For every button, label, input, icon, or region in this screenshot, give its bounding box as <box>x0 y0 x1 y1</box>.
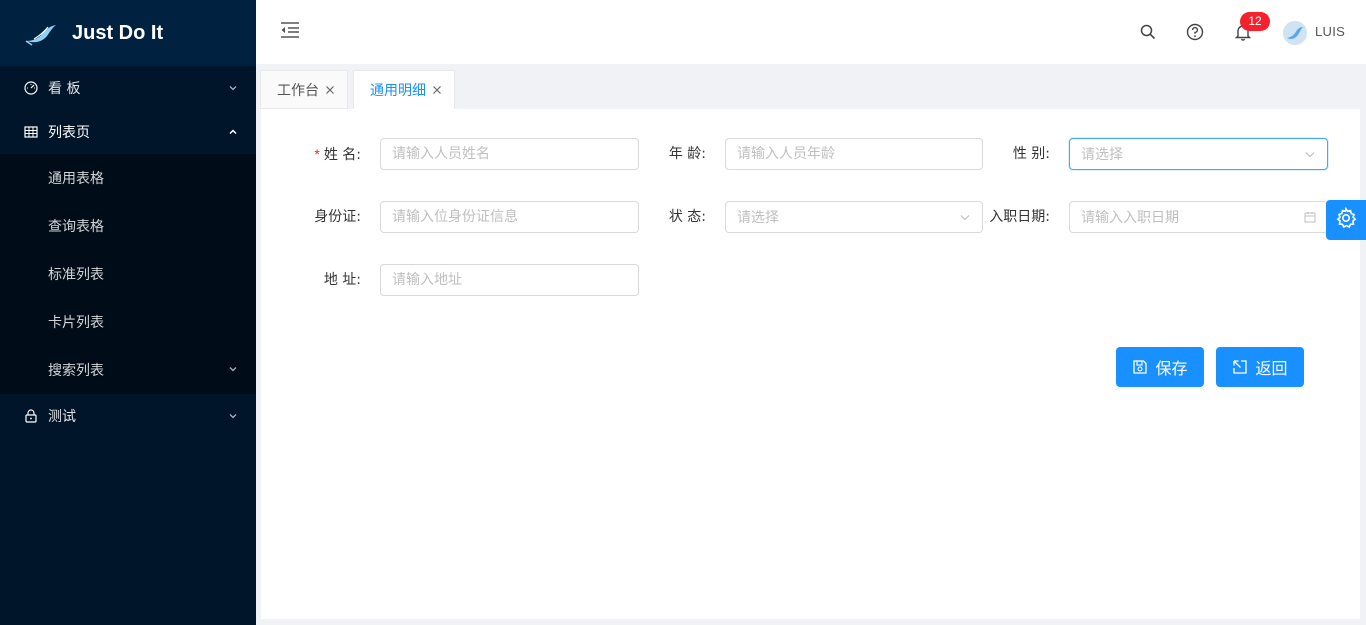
id-card-label-text: 身份证: <box>314 209 361 225</box>
status-label: 状 态: <box>606 201 706 233</box>
sidebar-item-standard-list[interactable]: 标准列表 <box>0 250 256 298</box>
gear-icon <box>1335 206 1357 233</box>
sidebar-item-test[interactable]: 测试 <box>0 394 256 438</box>
back-icon <box>1232 359 1248 375</box>
back-button-label: 返回 <box>1255 359 1288 378</box>
address-label: 地 址: <box>261 264 361 296</box>
bird-logo-icon <box>25 25 56 46</box>
hire-date-label-text: 入职日期: <box>989 209 1050 225</box>
hire-date-placeholder: 请输入入职日期 <box>1081 210 1179 226</box>
save-icon <box>1132 359 1148 375</box>
sidebar-item-list-page[interactable]: 列表页 <box>0 110 256 154</box>
save-button[interactable]: 保存 <box>1116 347 1204 387</box>
sidebar-item-card-list[interactable]: 卡片列表 <box>0 298 256 346</box>
app-title: Just Do It <box>72 21 164 44</box>
sidebar-item-search-list[interactable]: 搜索列表 <box>0 346 256 394</box>
gender-label: 性 别: <box>950 138 1050 170</box>
lock-icon <box>24 409 38 423</box>
avatar[interactable] <box>1283 21 1307 45</box>
tab-label: 通用明细 <box>370 82 426 99</box>
status-select[interactable]: 请选择 <box>725 201 983 233</box>
name-label: * 姓 名: <box>261 138 361 171</box>
username[interactable]: LUIS <box>1315 24 1345 39</box>
notification-badge: 12 <box>1240 12 1270 31</box>
sidebar-item-label: 搜索列表 <box>48 363 104 379</box>
age-label: 年 龄: <box>606 138 706 170</box>
tab-workbench[interactable]: 工作台 <box>260 70 348 109</box>
age-label-text: 年 龄: <box>668 146 706 162</box>
chevron-down-icon <box>228 362 238 378</box>
address-input[interactable] <box>380 264 639 296</box>
status-select-placeholder: 请选择 <box>737 210 779 226</box>
tab-label: 工作台 <box>277 82 319 99</box>
tab-bar: 工作台 通用明细 <box>256 64 1366 109</box>
sidebar-item-label: 列表页 <box>48 125 90 141</box>
search-icon[interactable] <box>1138 22 1158 42</box>
sidebar-item-label: 看 板 <box>48 81 81 97</box>
logo[interactable]: Just Do It <box>0 0 256 66</box>
name-label-text: 姓 名: <box>323 147 361 163</box>
hire-date-picker[interactable]: 请输入入职日期 <box>1069 201 1328 233</box>
sidebar-item-label: 测试 <box>48 409 76 425</box>
sidebar-item-label: 标准列表 <box>48 267 104 283</box>
close-icon[interactable] <box>432 85 442 95</box>
sidebar-item-label: 查询表格 <box>48 219 104 235</box>
hire-date-label: 入职日期: <box>950 201 1050 233</box>
back-button[interactable]: 返回 <box>1216 347 1304 387</box>
chevron-down-icon <box>1304 148 1316 160</box>
sidebar-item-dashboard[interactable]: 看 板 <box>0 66 256 110</box>
submenu-list-page: 通用表格 查询表格 标准列表 卡片列表 搜索列表 <box>0 154 256 394</box>
required-mark: * <box>314 146 320 162</box>
chevron-up-icon <box>228 127 238 137</box>
sidebar-item-label: 卡片列表 <box>48 315 104 331</box>
id-card-label: 身份证: <box>261 201 361 233</box>
sidebar: Just Do It 看 板 列表页 通用表格 查询表格 标准列表 卡片列表 搜… <box>0 0 256 625</box>
sidebar-item-general-table[interactable]: 通用表格 <box>0 154 256 202</box>
id-card-input[interactable] <box>380 201 639 233</box>
chevron-down-icon <box>228 83 238 93</box>
menu-fold-icon[interactable] <box>280 20 300 40</box>
settings-drawer-button[interactable] <box>1326 200 1366 240</box>
save-button-label: 保存 <box>1155 359 1188 378</box>
address-label-text: 地 址: <box>323 272 361 288</box>
gender-select[interactable]: 请选择 <box>1069 138 1328 170</box>
age-input[interactable] <box>725 138 983 170</box>
sidebar-item-label: 通用表格 <box>48 171 104 187</box>
tab-general-detail[interactable]: 通用明细 <box>353 70 455 109</box>
calendar-icon <box>1304 211 1316 223</box>
sidebar-item-query-table[interactable]: 查询表格 <box>0 202 256 250</box>
gender-select-placeholder: 请选择 <box>1081 147 1123 163</box>
status-label-text: 状 态: <box>668 209 706 225</box>
table-icon <box>24 125 38 139</box>
top-header: 12 LUIS <box>256 0 1366 64</box>
chevron-down-icon <box>228 411 238 421</box>
gender-label-text: 性 别: <box>1012 146 1050 162</box>
close-icon[interactable] <box>325 85 335 95</box>
help-icon[interactable] <box>1185 22 1205 42</box>
detail-form-panel: *姓 名: 年 龄: 性 别: 请选择 身份证: 状 态: 请选择 入职日期: … <box>261 109 1360 619</box>
dashboard-icon <box>24 81 38 95</box>
name-input[interactable] <box>380 138 639 170</box>
